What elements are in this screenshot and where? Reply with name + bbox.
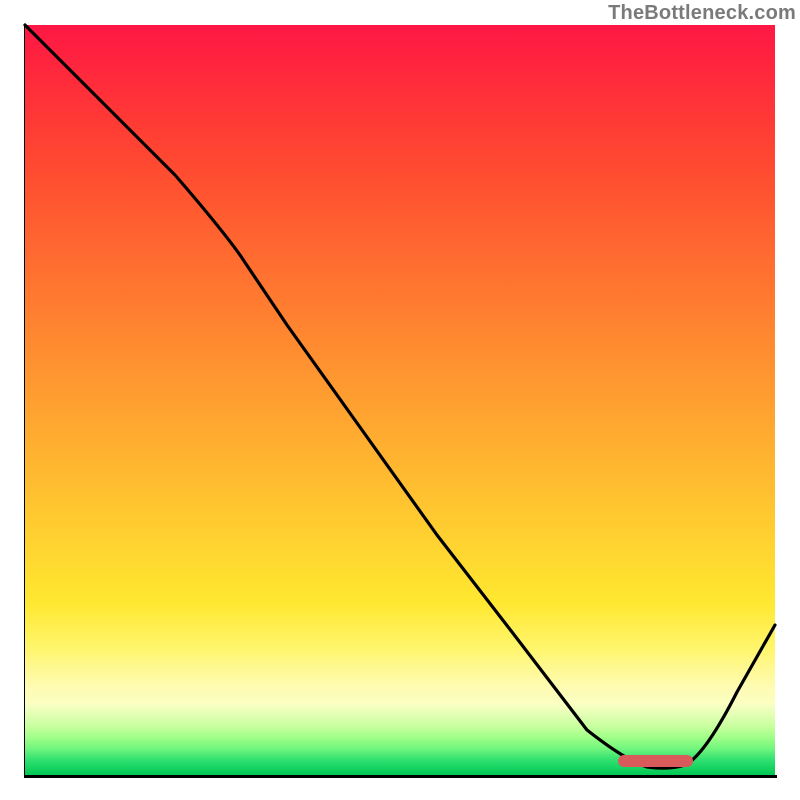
bottleneck-curve	[25, 25, 775, 775]
plot-area	[25, 25, 775, 775]
optimum-marker	[618, 755, 693, 767]
chart-frame: TheBottleneck.com	[0, 0, 800, 800]
x-axis	[24, 775, 777, 778]
watermark: TheBottleneck.com	[608, 2, 796, 25]
curve-path	[25, 25, 775, 768]
